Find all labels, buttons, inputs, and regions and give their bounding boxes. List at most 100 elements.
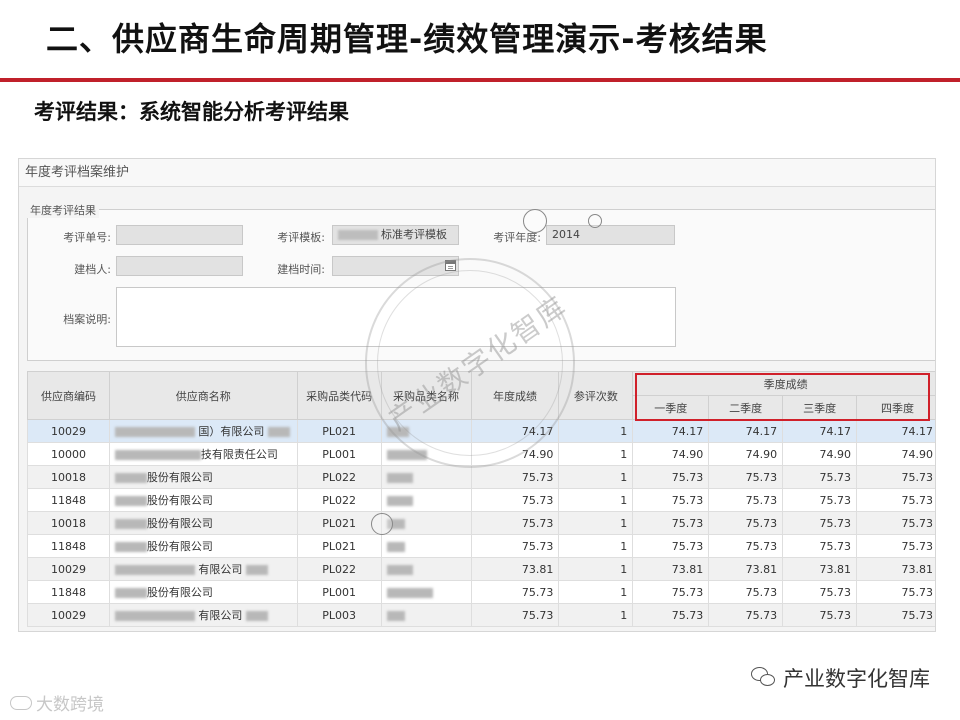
cell-supplier-name: 有限公司 (108, 557, 298, 581)
cell-q1: 75.73 (632, 465, 710, 489)
cell-q1: 74.90 (632, 442, 710, 466)
cell-q3: 74.90 (782, 442, 858, 466)
col-header-annual-score[interactable]: 年度成绩 (470, 371, 560, 420)
cell-q4: 75.73 (856, 465, 935, 489)
col-header-category-name[interactable]: 采购品类名称 (380, 371, 472, 420)
created-time-field[interactable] (332, 256, 459, 276)
cell-q4: 73.81 (856, 557, 935, 581)
cell-category-code: PL021 (296, 419, 382, 443)
cell-eval-count: 1 (558, 465, 634, 489)
cell-annual-score: 74.17 (470, 419, 560, 443)
table-row[interactable]: 11848 股份有限公司 PL022 75.73 1 75.73 75.73 7… (27, 488, 935, 512)
notes-label: 档案说明: (63, 313, 111, 326)
supplier-name-text: 国）有限公司 (198, 425, 265, 438)
table-row[interactable]: 10018 股份有限公司 PL021 75.73 1 75.73 75.73 7… (27, 511, 935, 535)
creator-field[interactable] (116, 256, 243, 276)
cell-category-name (380, 465, 472, 489)
cell-category-code: PL001 (296, 580, 382, 604)
fieldset-legend: 年度考评结果 (27, 202, 99, 218)
cell-category-name (380, 511, 472, 535)
cell-q2: 74.90 (708, 442, 784, 466)
supplier-name-text: 有限公司 (198, 563, 243, 576)
cell-q4: 75.73 (856, 488, 935, 512)
eval-no-label: 考评单号: (63, 231, 111, 244)
cell-annual-score: 73.81 (470, 557, 560, 581)
created-time-label: 建档时间: (277, 263, 325, 276)
cell-category-code: PL022 (296, 465, 382, 489)
cell-supplier-name: 技有限责任公司 (108, 442, 298, 466)
supplier-name-text: 股份有限公司 (146, 586, 213, 599)
cell-q3: 75.73 (782, 534, 858, 558)
table-row[interactable]: 10029 国）有限公司 PL021 74.17 1 74.17 74.17 7… (27, 419, 935, 443)
cell-supplier-code: 10029 (27, 419, 110, 443)
col-header-q3[interactable]: 三季度 (782, 395, 858, 420)
cell-category-code: PL022 (296, 488, 382, 512)
template-field[interactable]: 标准考评模板 (332, 225, 459, 245)
cell-category-name (380, 603, 472, 627)
cell-q2: 75.73 (708, 465, 784, 489)
cell-q2: 75.73 (708, 603, 784, 627)
creator-label: 建档人: (74, 263, 111, 276)
wechat-icon (751, 667, 777, 689)
redacted-block (338, 230, 378, 240)
cell-eval-count: 1 (558, 442, 634, 466)
col-header-q4[interactable]: 四季度 (856, 395, 935, 420)
year-field[interactable]: 2014 (546, 225, 675, 245)
cell-category-name (380, 580, 472, 604)
supplier-name-text: 技有限责任公司 (200, 448, 278, 461)
cell-q3: 75.73 (782, 580, 858, 604)
col-header-eval-count[interactable]: 参评次数 (558, 371, 634, 420)
cell-supplier-name: 股份有限公司 (108, 511, 298, 535)
cell-q4: 74.90 (856, 442, 935, 466)
cell-q4: 75.73 (856, 580, 935, 604)
cell-supplier-name: 股份有限公司 (108, 534, 298, 558)
notes-textarea[interactable] (116, 287, 676, 347)
cell-q2: 75.73 (708, 580, 784, 604)
cell-supplier-name: 有限公司 (108, 603, 298, 627)
table-row[interactable]: 11848 股份有限公司 PL021 75.73 1 75.73 75.73 7… (27, 534, 935, 558)
cell-annual-score: 75.73 (470, 511, 560, 535)
cell-supplier-name: 股份有限公司 (108, 580, 298, 604)
cell-category-code: PL001 (296, 442, 382, 466)
cell-q3: 74.17 (782, 419, 858, 443)
cell-q3: 73.81 (782, 557, 858, 581)
cell-supplier-code: 10018 (27, 465, 110, 489)
template-field-value: 标准考评模板 (381, 228, 447, 241)
col-header-supplier-code[interactable]: 供应商编码 (27, 371, 110, 420)
table-row[interactable]: 10029 有限公司 PL003 75.73 1 75.73 75.73 75.… (27, 603, 935, 627)
col-header-q2[interactable]: 二季度 (708, 395, 784, 420)
table-row[interactable]: 10018 股份有限公司 PL022 75.73 1 75.73 75.73 7… (27, 465, 935, 489)
cell-eval-count: 1 (558, 511, 634, 535)
cell-q1: 75.73 (632, 511, 710, 535)
col-header-supplier-name[interactable]: 供应商名称 (108, 371, 298, 420)
cell-annual-score: 75.73 (470, 580, 560, 604)
eval-no-field[interactable] (116, 225, 243, 245)
click-indicator-ring (371, 513, 393, 535)
cell-q2: 75.73 (708, 488, 784, 512)
cell-q1: 75.73 (632, 534, 710, 558)
cell-category-code: PL003 (296, 603, 382, 627)
cell-q3: 75.73 (782, 488, 858, 512)
cell-category-code: PL021 (296, 511, 382, 535)
calendar-icon[interactable] (445, 260, 456, 271)
col-header-q1[interactable]: 一季度 (632, 395, 710, 420)
cell-eval-count: 1 (558, 488, 634, 512)
corner-watermark-text: 大数跨境 (36, 695, 104, 715)
col-header-quarterly-group: 季度成绩 (632, 371, 935, 396)
cell-eval-count: 1 (558, 557, 634, 581)
table-row[interactable]: 11848 股份有限公司 PL001 75.73 1 75.73 75.73 7… (27, 580, 935, 604)
cell-category-name (380, 557, 472, 581)
cell-eval-count: 1 (558, 419, 634, 443)
cell-q3: 75.73 (782, 465, 858, 489)
template-label: 考评模板: (277, 231, 325, 244)
cell-q4: 75.73 (856, 603, 935, 627)
cell-q1: 75.73 (632, 580, 710, 604)
cell-q2: 73.81 (708, 557, 784, 581)
table-row[interactable]: 10029 有限公司 PL022 73.81 1 73.81 73.81 73.… (27, 557, 935, 581)
cell-annual-score: 75.73 (470, 488, 560, 512)
col-header-category-code[interactable]: 采购品类代码 (296, 371, 382, 420)
cell-q4: 74.17 (856, 419, 935, 443)
app-window-screenshot: 年度考评档案维护 年度考评结果 考评单号: 考评模板: 标准考评模板 考评年度:… (18, 158, 936, 632)
table-row[interactable]: 10000 技有限责任公司 PL001 74.90 1 74.90 74.90 … (27, 442, 935, 466)
cell-annual-score: 75.73 (470, 465, 560, 489)
